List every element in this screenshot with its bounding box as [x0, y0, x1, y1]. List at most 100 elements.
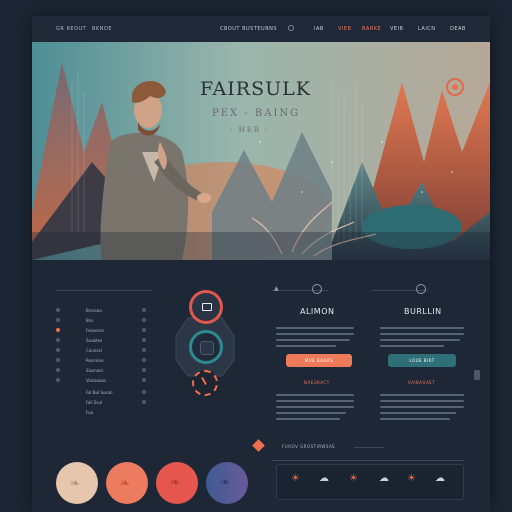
nav-item-2[interactable]: VIEB — [338, 26, 351, 32]
sidebar-item-label: Siasnoss — [86, 368, 104, 373]
circle-icon[interactable] — [416, 284, 426, 294]
dot-icon — [142, 318, 146, 322]
bullet-icon — [56, 368, 60, 372]
text-line — [276, 412, 346, 414]
cloud-icon[interactable]: ☁ — [435, 473, 445, 484]
divider — [354, 447, 384, 448]
color-swatch-orange[interactable]: ❧ — [106, 462, 148, 504]
nav-item-5[interactable]: LAICN — [418, 26, 436, 32]
hero-tag: - HER - — [230, 126, 270, 134]
sidebar-item-label: Soubtes — [86, 338, 103, 343]
text-line — [276, 406, 354, 408]
nav-brand-right[interactable]: BKNOE — [92, 26, 112, 32]
hero-title: FAIRSULK — [200, 78, 311, 100]
color-swatch-cream[interactable]: ❧ — [56, 462, 98, 504]
divider — [272, 460, 464, 461]
sidebar-item-label: Fesaenss — [86, 328, 105, 333]
sidebar-item-label: Fal Bul Susan — [86, 390, 113, 395]
bullet-icon — [56, 328, 60, 332]
gauge-needle-icon — [201, 377, 207, 385]
hero-banner: FAIRSULK PEX - BAING - HER - — [32, 42, 490, 260]
text-line — [380, 327, 464, 329]
app-window: GR REOUT BKNOE CBOUT BUSTEUBNS IAB VIEB … — [32, 16, 490, 512]
target-icon[interactable] — [446, 78, 464, 96]
footer-section-label: FUROV GROSTIRWSAE — [282, 444, 336, 449]
bullet-icon — [56, 308, 60, 312]
sidebar-item-label: Resnisse — [86, 358, 104, 363]
dot-icon — [142, 378, 146, 382]
leaf-icon: ❧ — [120, 476, 131, 490]
dial-knob[interactable] — [189, 330, 223, 364]
leaf-icon: ❧ — [170, 475, 181, 489]
divider — [56, 290, 152, 291]
bullet-icon — [56, 348, 60, 352]
square-icon — [200, 341, 214, 355]
sidebar-item-label: Brossaa — [86, 308, 102, 313]
sidebar-item-label: Fuo — [86, 410, 94, 415]
bullet-icon — [56, 358, 60, 362]
nav-item-6[interactable]: DEAB — [450, 26, 466, 32]
primary-button[interactable]: MUE BAORS — [286, 354, 352, 367]
secondary-button[interactable]: LOUE BIRT — [388, 354, 456, 367]
text-line — [276, 327, 354, 329]
sidebar-item-label: Vaisanaas — [86, 378, 107, 383]
dot-icon — [142, 328, 146, 332]
sun-icon[interactable]: ☀ — [291, 473, 300, 484]
hero-subtitle: PEX - BAING — [212, 108, 301, 119]
nav-brand-left[interactable]: GR REOUT — [56, 26, 86, 32]
dot-icon — [142, 338, 146, 342]
text-line — [380, 333, 464, 335]
cloud-icon[interactable]: ☁ — [379, 473, 389, 484]
diamond-icon — [252, 439, 265, 452]
text-line — [380, 394, 464, 396]
text-line — [276, 400, 354, 402]
leaf-icon: ❧ — [70, 476, 81, 490]
column-link[interactable]: SAIBAUAET — [408, 380, 435, 385]
text-line — [380, 412, 456, 414]
dot-icon — [142, 368, 146, 372]
sidebar-item-label: Fall Ssul — [86, 400, 103, 405]
gauge-knob[interactable] — [192, 370, 218, 396]
text-line — [380, 345, 444, 347]
text-line — [276, 345, 336, 347]
top-nav: GR REOUT BKNOE CBOUT BUSTEUBNS IAB VIEB … — [32, 16, 490, 42]
sun-icon[interactable]: ☀ — [349, 473, 358, 484]
color-swatch-red[interactable]: ❧ — [156, 462, 198, 504]
text-line — [276, 418, 340, 420]
nav-search[interactable]: CBOUT BUSTEUBNS — [220, 26, 277, 32]
bullet-icon — [56, 318, 60, 322]
text-line — [380, 339, 460, 341]
dot-icon — [142, 348, 146, 352]
text-line — [276, 333, 354, 335]
record-knob[interactable] — [189, 290, 223, 324]
hero-illustration — [32, 42, 490, 260]
text-line — [276, 339, 350, 341]
column-title: ALIMON — [300, 307, 335, 316]
camera-icon — [202, 303, 212, 311]
text-line — [380, 400, 464, 402]
color-swatch-blue[interactable]: ❧ — [206, 462, 248, 504]
content-area: ▲ Brossaa Bns Fesaenss Soubtes Counsel R… — [32, 260, 490, 512]
text-line — [380, 406, 464, 408]
sidebar-item-label: Counsel — [86, 348, 102, 353]
leaf-icon: ❧ — [220, 475, 231, 489]
dot-icon — [142, 390, 146, 394]
dot-icon — [142, 400, 146, 404]
nav-item-4[interactable]: VEIB — [390, 26, 403, 32]
search-icon[interactable] — [288, 25, 294, 31]
dot-icon — [142, 308, 146, 312]
dot-icon — [142, 358, 146, 362]
sun-icon[interactable]: ☀ — [407, 473, 416, 484]
text-line — [276, 394, 354, 396]
bullet-icon — [56, 378, 60, 382]
scrollbar-thumb[interactable] — [474, 370, 480, 380]
text-line — [380, 418, 450, 420]
cloud-icon[interactable]: ☁ — [319, 473, 329, 484]
column-title: BURLLIN — [404, 307, 442, 316]
column-link[interactable]: NAEUKACT — [304, 380, 330, 385]
icon-tray: ☀ ☁ ☀ ☁ ☀ ☁ — [276, 464, 464, 500]
control-panel — [172, 290, 238, 396]
nav-item-1[interactable]: IAB — [314, 26, 324, 32]
circle-icon[interactable] — [312, 284, 322, 294]
nav-item-3[interactable]: BARKE — [362, 26, 381, 32]
